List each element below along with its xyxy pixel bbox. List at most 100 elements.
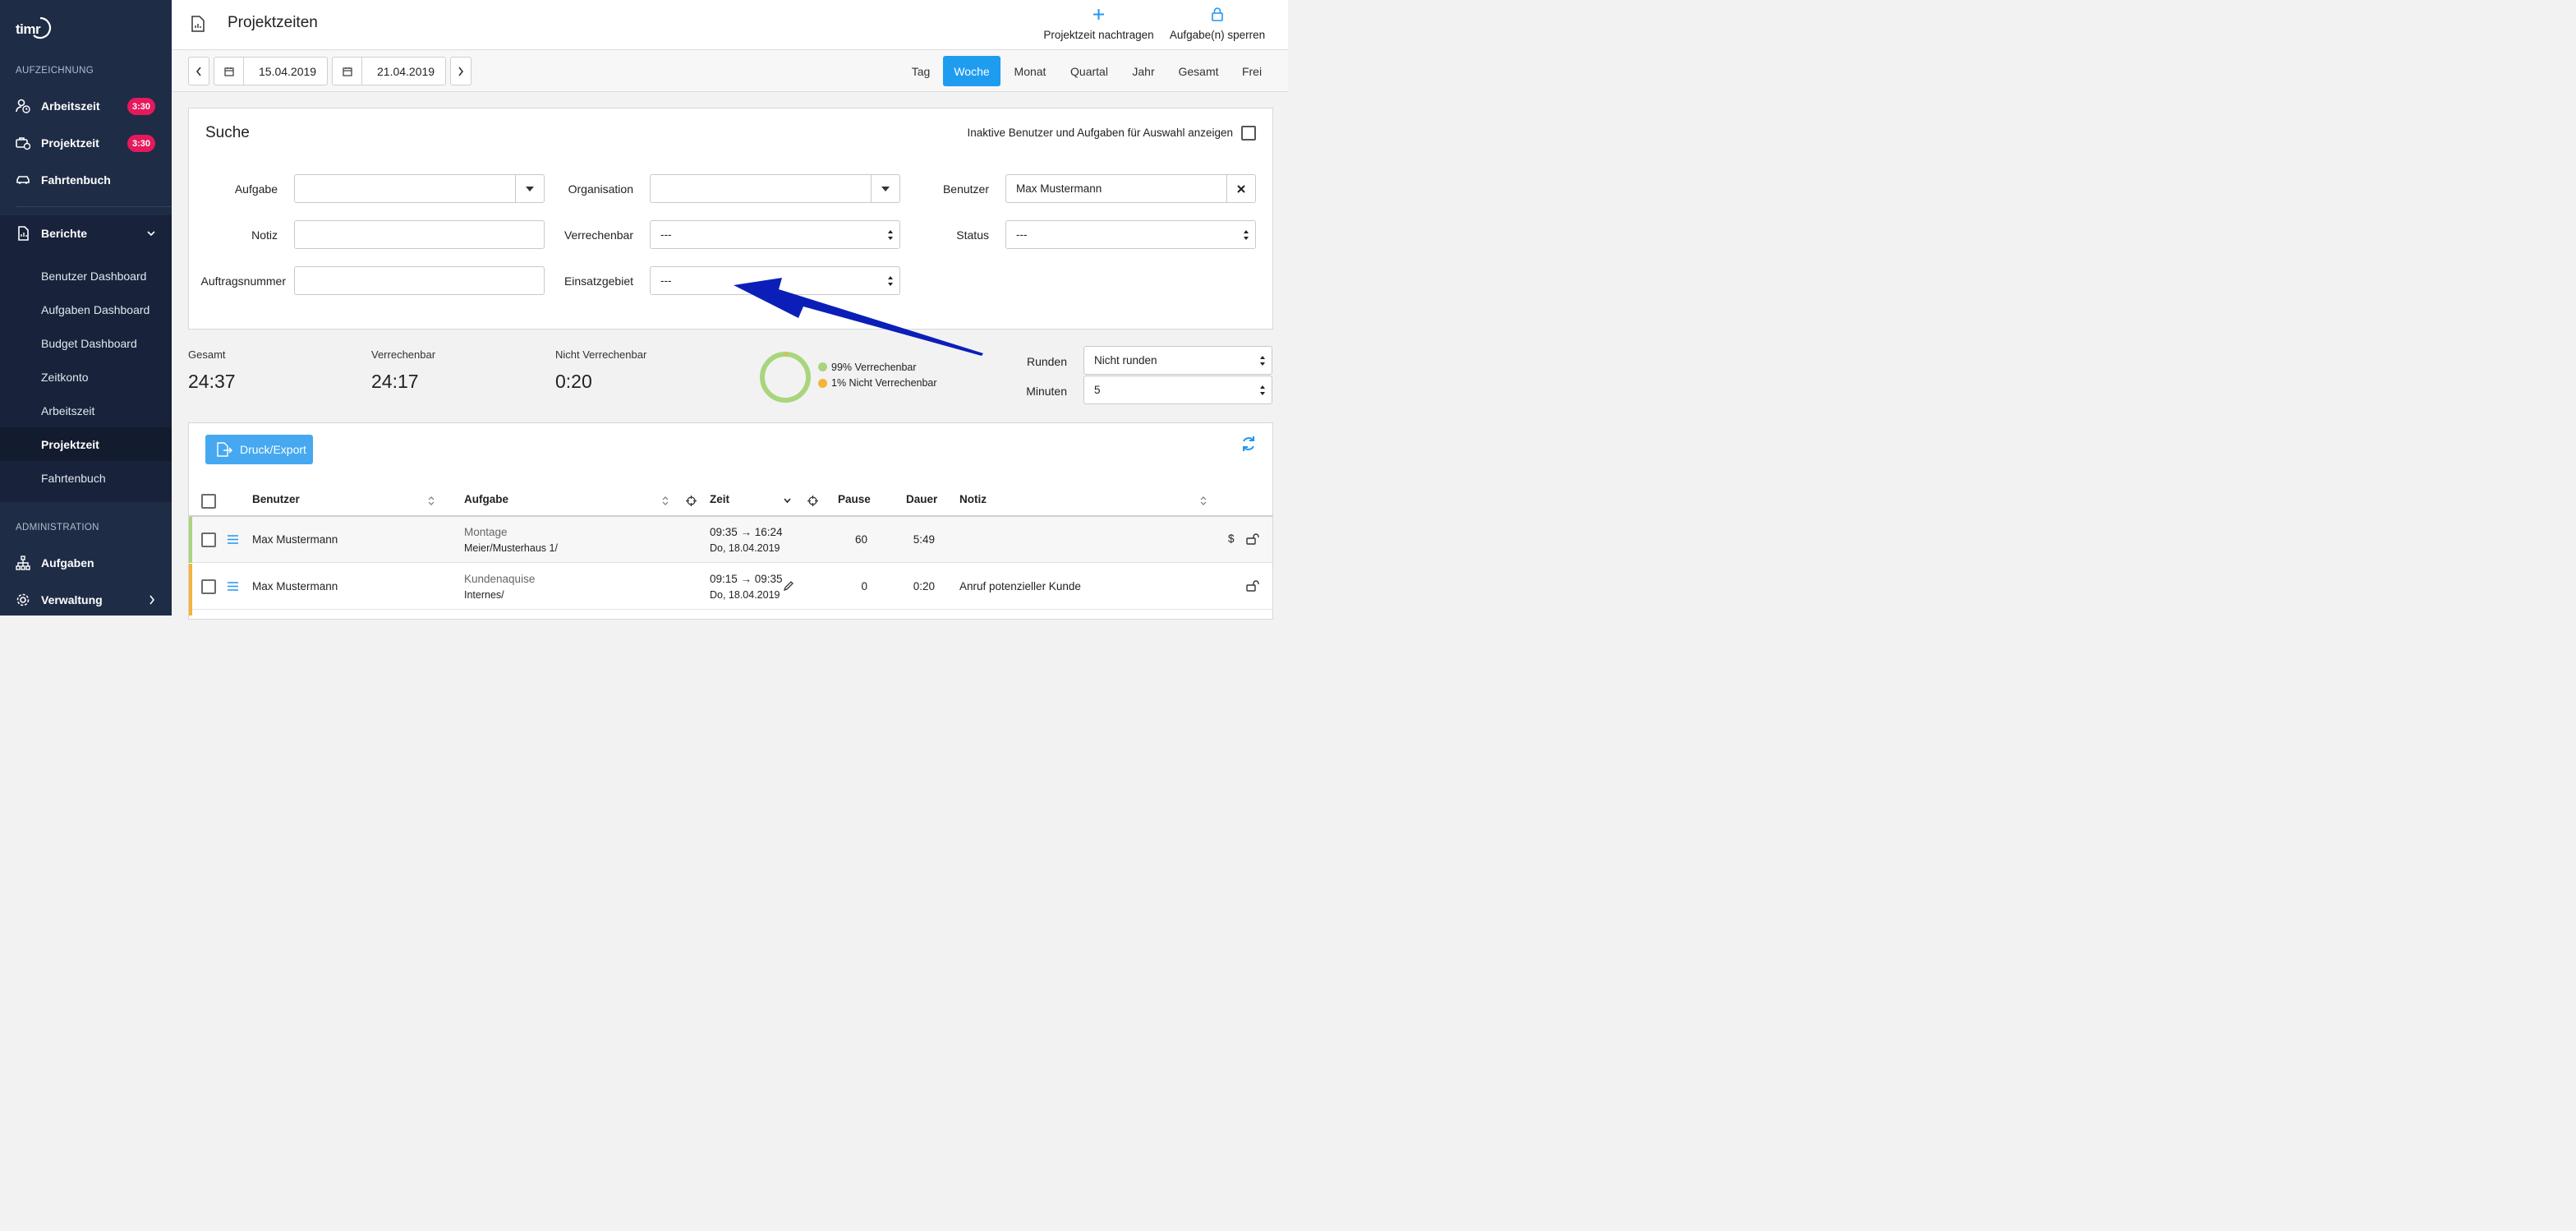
row-time: 09:15 → 09:35 [710,573,783,585]
lock-tasks-button[interactable]: Aufgabe(n) sperren [1167,5,1267,46]
period-tab-frei[interactable]: Frei [1234,56,1270,86]
calendar-icon[interactable] [333,58,362,85]
runden-select[interactable]: Nicht runden [1083,346,1272,375]
row-pause: 0 [861,580,867,592]
organisation-select[interactable] [650,174,900,203]
car-icon [16,176,30,184]
row-checkbox[interactable] [201,533,216,547]
sort-icon[interactable] [662,496,669,506]
column-header-zeit[interactable]: Zeit [710,493,729,505]
field-label: Einsatzgebiet [564,274,633,288]
stat-label: Gesamt [188,348,226,361]
crosshair-icon[interactable] [807,496,818,506]
row-status-bar [189,517,192,563]
submenu-item-fahrtenbuch[interactable]: Fahrtenbuch [0,461,172,495]
sidebar-item-projektzeit[interactable]: Projektzeit 3:30 [0,125,172,161]
auftragsnummer-input[interactable] [294,266,545,295]
lock-icon [1212,7,1223,21]
row-task: Montage [464,526,508,538]
crosshair-icon[interactable] [686,496,697,506]
unlock-icon[interactable] [1246,533,1260,545]
add-project-time-button[interactable]: Projektzeit nachtragen [1038,5,1159,46]
aufgabe-select[interactable] [294,174,545,203]
prev-period-button[interactable] [188,57,209,85]
sort-icon[interactable] [1200,496,1207,506]
date-to-field[interactable]: 21.04.2019 [332,57,446,85]
benutzer-select[interactable]: Max Mustermann [1005,174,1256,203]
clear-icon[interactable] [1226,175,1255,202]
period-tab-woche[interactable]: Woche [943,56,1000,86]
submenu-item-budget-dashboard[interactable]: Budget Dashboard [0,326,172,360]
sidebar: timr AUFZEICHNUNG Arbeitszeit 3:30 Proje… [0,0,172,616]
period-tab-gesamt[interactable]: Gesamt [1171,56,1226,86]
dropdown-caret-icon[interactable] [515,175,544,202]
status-select[interactable]: --- [1005,220,1256,249]
submenu-label: Projektzeit [41,437,99,451]
submenu-item-projektzeit[interactable]: Projektzeit [0,427,172,461]
einsatzgebiet-select[interactable]: --- [650,266,900,295]
column-header-benutzer[interactable]: Benutzer [252,493,300,505]
table-row[interactable] [189,564,1272,616]
column-header-dauer[interactable]: Dauer [906,493,937,505]
row-time: 09:35 → 16:24 [710,526,783,538]
edit-pencil-icon[interactable] [783,580,794,592]
sidebar-item-berichte[interactable]: Berichte [0,215,172,251]
menu-icon[interactable] [228,582,238,591]
time-badge: 3:30 [127,135,155,152]
minuten-select[interactable]: 5 [1083,376,1272,404]
refresh-icon[interactable] [1240,436,1257,452]
sidebar-item-label: Arbeitszeit [41,99,100,113]
inactive-toggle-checkbox[interactable] [1241,126,1256,141]
time-badge: 3:30 [127,98,155,115]
select-all-checkbox[interactable] [201,494,216,509]
sidebar-item-arbeitszeit[interactable]: Arbeitszeit 3:30 [0,88,172,124]
sort-updown-icon [888,230,893,240]
submenu-item-aufgaben-dashboard[interactable]: Aufgaben Dashboard [0,293,172,326]
verrechenbar-select[interactable]: --- [650,220,900,249]
calendar-icon[interactable] [214,58,244,85]
sort-icon[interactable] [428,496,435,506]
period-tab-quartal[interactable]: Quartal [1063,56,1116,86]
action-label: Aufgabe(n) sperren [1169,29,1266,41]
row-task-path: Internes/ [464,589,504,601]
sidebar-item-verwaltung[interactable]: Verwaltung [0,582,172,618]
row-checkbox[interactable] [201,579,216,594]
period-tab-tag[interactable]: Tag [902,56,940,86]
submenu-item-benutzer-dashboard[interactable]: Benutzer Dashboard [0,259,172,293]
chevron-down-icon[interactable] [784,498,791,504]
stat-label: Verrechenbar [371,348,436,361]
sort-updown-icon [1244,230,1249,240]
stat-value-verrechenbar: 24:17 [371,371,419,392]
next-period-button[interactable] [450,57,472,85]
logo[interactable]: timr [16,15,52,39]
date-from-value: 15.04.2019 [259,65,317,78]
menu-icon[interactable] [228,535,238,544]
sidebar-item-label: Berichte [41,227,88,240]
submenu-label: Benutzer Dashboard [41,269,147,283]
user-clock-icon [16,99,30,113]
column-header-aufgabe[interactable]: Aufgabe [464,493,508,505]
submenu-item-arbeitszeit[interactable]: Arbeitszeit [0,394,172,427]
sidebar-item-aufgaben[interactable]: Aufgaben [0,545,172,581]
period-tab-monat[interactable]: Monat [1005,56,1056,86]
submenu-label: Aufgaben Dashboard [41,302,150,316]
sort-updown-icon [1260,356,1265,366]
hierarchy-icon [16,556,30,570]
sidebar-item-fahrtenbuch[interactable]: Fahrtenbuch [0,162,172,198]
export-label: Druck/Export [240,443,306,456]
field-label: Verrechenbar [564,228,633,242]
export-button[interactable]: Druck/Export [205,435,313,464]
notiz-input[interactable] [294,220,545,249]
search-panel [188,108,1273,330]
table-row[interactable] [189,517,1272,563]
chevron-down-icon [147,231,155,237]
date-from-field[interactable]: 15.04.2019 [214,57,328,85]
column-header-pause[interactable]: Pause [838,493,871,505]
period-tab-jahr[interactable]: Jahr [1124,56,1163,86]
report-icon [191,16,205,32]
legend-dot-nonbillable [818,379,827,388]
dropdown-caret-icon[interactable] [871,175,899,202]
column-header-notiz[interactable]: Notiz [959,493,987,505]
submenu-item-zeitkonto[interactable]: Zeitkonto [0,360,172,394]
unlock-icon[interactable] [1246,580,1260,592]
